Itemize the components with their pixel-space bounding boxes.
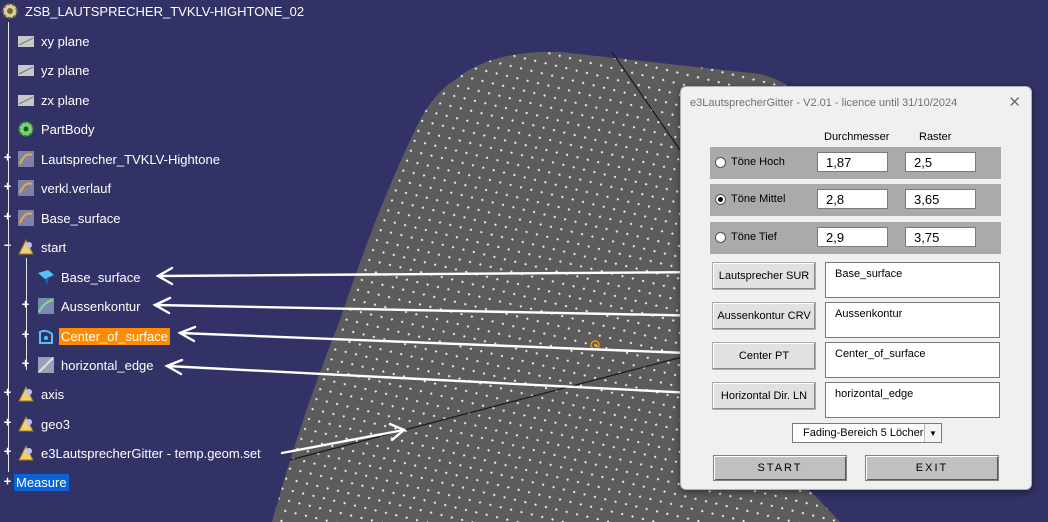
- part-gear-icon: [2, 3, 18, 19]
- tree-node-label: horizontal_edge: [61, 357, 154, 373]
- surface-icon: [38, 270, 54, 285]
- tree-node-label: e3LautsprecherGitter - temp.geom.set: [41, 445, 261, 461]
- geometrical-set-icon: [18, 210, 34, 226]
- close-icon[interactable]: ✕: [1008, 93, 1021, 111]
- fading-selected-value: Fading-Bereich 5 Löcher: [803, 427, 924, 439]
- geometrical-set-icon: [18, 444, 34, 461]
- tree-node-yz-plane[interactable]: yz plane: [16, 59, 91, 81]
- tree-node-verkl-verlauf[interactable]: verkl.verlauf: [16, 177, 113, 199]
- curve-icon: [38, 298, 54, 314]
- tree-node-label: xy plane: [41, 33, 90, 49]
- tree-node-label-selected: Measure: [14, 473, 69, 491]
- raster-field[interactable]: 2,5: [905, 152, 976, 172]
- tree-node-lautsprecher[interactable]: Lautsprecher_TVKLV-Hightone: [16, 148, 222, 170]
- tree-node-label: zx plane: [41, 92, 90, 108]
- line-icon: [38, 357, 54, 373]
- row-label: Töne Mittel: [731, 193, 786, 205]
- durchmesser-field[interactable]: 1,87: [817, 152, 888, 172]
- radio-toene-tief[interactable]: [715, 232, 726, 243]
- geometrical-set-icon: [18, 180, 34, 196]
- horizontal-dir-ln-field[interactable]: horizontal_edge: [825, 382, 1000, 418]
- row-label: Töne Tief: [731, 231, 777, 243]
- tree-line-start: [26, 258, 27, 370]
- tree-node-label: Base_surface: [61, 269, 141, 285]
- expand-toggle-icon[interactable]: +: [3, 416, 12, 428]
- tree-node-label: start: [41, 239, 67, 255]
- collapse-toggle-icon[interactable]: −: [3, 239, 12, 251]
- aussenkontur-crv-field[interactable]: Aussenkontur: [825, 302, 1000, 338]
- center-pt-button[interactable]: Center PT: [712, 342, 816, 370]
- tree-node-label: yz plane: [41, 62, 90, 78]
- geometrical-set-icon: [18, 238, 34, 255]
- tree-node-measure[interactable]: Measure: [14, 471, 69, 493]
- column-header-raster: Raster: [919, 131, 952, 143]
- expand-toggle-icon[interactable]: +: [3, 180, 12, 192]
- horizontal-dir-ln-button[interactable]: Horizontal Dir. LN: [712, 382, 816, 410]
- expand-toggle-icon[interactable]: +: [3, 210, 12, 222]
- geometrical-set-icon: [18, 385, 34, 402]
- row-toene-mittel: Töne Mittel 2,8 3,65: [710, 184, 1001, 216]
- tree-node-axis[interactable]: axis: [16, 383, 66, 405]
- tree-node-start-base-surface[interactable]: Base_surface: [36, 266, 143, 288]
- tree-node-start[interactable]: start: [16, 236, 68, 258]
- aussenkontur-crv-button[interactable]: Aussenkontur CRV: [712, 302, 816, 330]
- tree-node-label: Aussenkontur: [61, 298, 141, 314]
- durchmesser-field[interactable]: 2,9: [817, 227, 888, 247]
- partbody-gear-icon: [18, 121, 34, 137]
- chevron-down-icon[interactable]: ▼: [924, 424, 941, 442]
- center-pt-field[interactable]: Center_of_surface: [825, 342, 1000, 378]
- plane-icon: [18, 65, 34, 76]
- lautsprecher-gitter-dialog[interactable]: e3LautsprecherGitter - V2.01 - licence u…: [680, 86, 1032, 490]
- row-label: Töne Hoch: [731, 156, 785, 168]
- durchmesser-field[interactable]: 2,8: [817, 189, 888, 209]
- tree-node-geom-set[interactable]: e3LautsprecherGitter - temp.geom.set: [16, 442, 263, 464]
- tree-node-aussenkontur[interactable]: Aussenkontur: [36, 295, 143, 317]
- expand-toggle-icon[interactable]: +: [3, 151, 12, 163]
- tree-node-geo3[interactable]: geo3: [16, 413, 72, 435]
- specification-tree[interactable]: ZSB_LAUTSPRECHER_TVKLV-HIGHTONE_02 xy pl…: [0, 0, 304, 522]
- radio-toene-hoch[interactable]: [715, 157, 726, 168]
- tree-node-xy-plane[interactable]: xy plane: [16, 30, 91, 52]
- expand-toggle-icon[interactable]: +: [21, 298, 30, 310]
- radio-toene-mittel[interactable]: [715, 194, 726, 205]
- tree-node-horizontal-edge[interactable]: horizontal_edge: [36, 354, 156, 376]
- plane-icon: [18, 95, 34, 106]
- lautsprecher-sur-field[interactable]: Base_surface: [825, 262, 1000, 298]
- tree-node-zx-plane[interactable]: zx plane: [16, 89, 91, 111]
- tree-node-label: Base_surface: [41, 210, 121, 226]
- geometrical-set-icon: [18, 415, 34, 432]
- start-button[interactable]: START: [713, 455, 847, 481]
- expand-toggle-icon[interactable]: +: [21, 357, 30, 369]
- row-toene-tief: Töne Tief 2,9 3,75: [710, 222, 1001, 254]
- expand-toggle-icon[interactable]: +: [3, 386, 12, 398]
- tree-node-label: geo3: [41, 416, 70, 432]
- plane-icon: [18, 36, 34, 47]
- row-toene-hoch: Töne Hoch 1,87 2,5: [710, 147, 1001, 179]
- tree-node-center-of-surface[interactable]: Center_of_surface: [36, 325, 170, 347]
- tree-root-label: ZSB_LAUTSPRECHER_TVKLV-HIGHTONE_02: [25, 3, 305, 19]
- expand-toggle-icon[interactable]: +: [21, 328, 30, 340]
- tree-node-label: Lautsprecher_TVKLV-Hightone: [41, 151, 220, 167]
- fading-dropdown[interactable]: Fading-Bereich 5 Löcher ▼: [792, 423, 942, 443]
- tree-node-partbody[interactable]: PartBody: [16, 118, 96, 140]
- tree-node-label: verkl.verlauf: [41, 180, 112, 196]
- point-icon: [39, 329, 53, 344]
- raster-field[interactable]: 3,75: [905, 227, 976, 247]
- lautsprecher-sur-button[interactable]: Lautsprecher SUR: [712, 262, 816, 290]
- tree-node-label: axis: [41, 386, 65, 402]
- raster-field[interactable]: 3,65: [905, 189, 976, 209]
- tree-node-base-surface[interactable]: Base_surface: [16, 207, 123, 229]
- tree-root[interactable]: ZSB_LAUTSPRECHER_TVKLV-HIGHTONE_02: [0, 0, 306, 22]
- geometrical-set-icon: [18, 151, 34, 167]
- tree-node-label: PartBody: [41, 121, 95, 137]
- column-header-durchmesser: Durchmesser: [824, 131, 890, 143]
- expand-toggle-icon[interactable]: +: [3, 445, 12, 457]
- exit-button[interactable]: EXIT: [865, 455, 999, 481]
- expand-toggle-icon[interactable]: +: [3, 475, 12, 487]
- dialog-title: e3LautsprecherGitter - V2.01 - licence u…: [690, 97, 958, 109]
- tree-node-label-highlighted: Center_of_surface: [59, 327, 170, 345]
